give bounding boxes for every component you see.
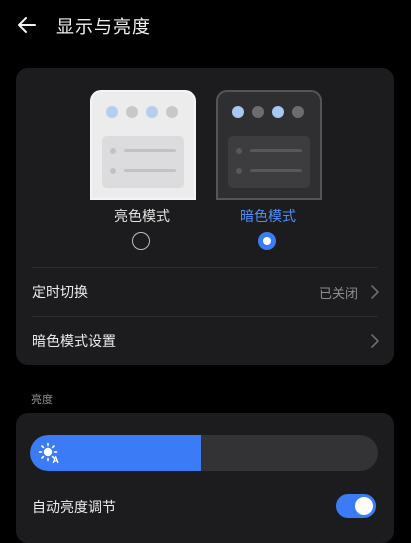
brightness-slider[interactable] [30, 435, 378, 471]
arrow-left-icon[interactable] [14, 12, 40, 38]
preview-bullet [236, 148, 242, 154]
top-app-bar: 显示与亮度 [0, 0, 411, 56]
preview-dot [252, 106, 264, 118]
preview-dot [292, 106, 304, 118]
chevron-right-icon [371, 334, 379, 348]
brightness-card: 自动亮度调节 [16, 413, 394, 543]
light-mode-preview[interactable] [90, 90, 196, 200]
brightness-section-label: 亮度 [31, 393, 53, 406]
preview-dot [146, 106, 158, 118]
preview-panel [102, 136, 184, 188]
sun-auto-icon [38, 442, 59, 464]
auto-brightness-label: 自动亮度调节 [32, 500, 116, 516]
row-label: 暗色模式设置 [32, 334, 116, 350]
light-mode-radio[interactable] [132, 232, 150, 250]
preview-dot [106, 106, 118, 118]
dark-mode-settings-row[interactable]: 暗色模式设置 [16, 317, 394, 365]
preview-bullet [110, 168, 116, 174]
preview-dot [272, 106, 284, 118]
scheduled-switch-row[interactable]: 定时切换 已关闭 [16, 268, 394, 316]
preview-line [250, 169, 302, 172]
auto-brightness-toggle[interactable] [336, 494, 376, 518]
dark-mode-preview[interactable] [216, 90, 322, 200]
toggle-knob [355, 497, 373, 515]
chevron-right-icon [371, 285, 379, 299]
light-mode-label[interactable]: 亮色模式 [91, 206, 193, 226]
page-title: 显示与亮度 [56, 17, 151, 38]
preview-line [124, 149, 176, 152]
preview-panel [228, 136, 310, 188]
preview-line [250, 149, 302, 152]
dark-mode-label[interactable]: 暗色模式 [217, 206, 319, 226]
preview-bullet [110, 148, 116, 154]
preview-dot [232, 106, 244, 118]
row-value: 已关闭 [318, 287, 358, 302]
row-label: 定时切换 [32, 285, 88, 301]
theme-card: 亮色模式 暗色模式 定时切换 已关闭 暗色模式设置 [16, 68, 394, 365]
dark-mode-radio[interactable] [258, 232, 276, 250]
preview-dot [166, 106, 178, 118]
preview-bullet [236, 168, 242, 174]
preview-dot [126, 106, 138, 118]
preview-line [124, 169, 176, 172]
